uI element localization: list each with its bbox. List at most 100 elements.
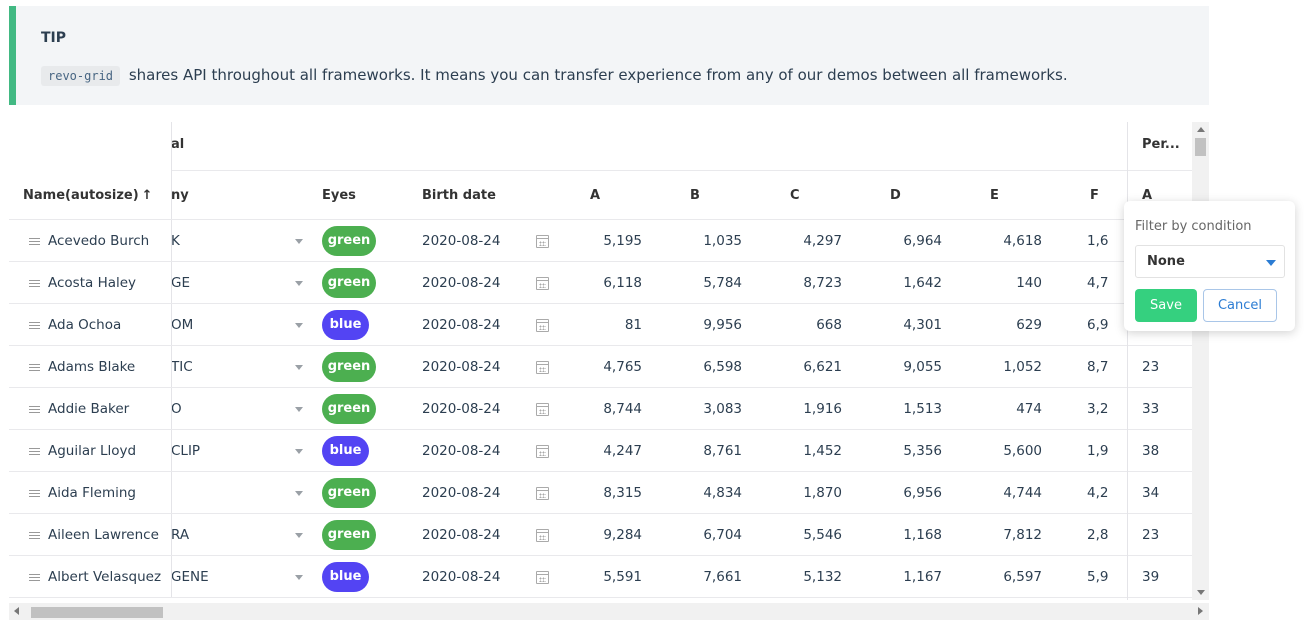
cell-a[interactable]: 8,744 xyxy=(549,401,642,417)
filter-condition-select[interactable]: None xyxy=(1135,245,1285,278)
cell-b[interactable]: 9,956 xyxy=(649,317,742,333)
cell-d[interactable]: 9,055 xyxy=(849,359,942,375)
col-header-e[interactable]: E xyxy=(990,188,999,203)
horizontal-scrollbar[interactable] xyxy=(9,603,1209,620)
cell-f[interactable]: 5,9 xyxy=(1087,569,1126,585)
cell-name[interactable]: Albert Velasquez xyxy=(48,569,170,585)
dropdown-arrow-icon[interactable] xyxy=(295,491,303,496)
calendar-icon[interactable] xyxy=(536,361,549,374)
cell-f[interactable]: 6,9 xyxy=(1087,317,1126,333)
cell-birth-date[interactable]: 2020-08-24 xyxy=(422,233,500,249)
cell-b[interactable]: 8,761 xyxy=(649,443,742,459)
cell-b[interactable]: 3,083 xyxy=(649,401,742,417)
dropdown-arrow-icon[interactable] xyxy=(295,575,303,580)
cell-personal-a[interactable]: 34 xyxy=(1142,485,1159,501)
cell-d[interactable]: 1,642 xyxy=(849,275,942,291)
cell-c[interactable]: 1,870 xyxy=(749,485,842,501)
cell-a[interactable]: 9,284 xyxy=(549,527,642,543)
save-button[interactable]: Save xyxy=(1135,289,1197,322)
cell-birth-date[interactable]: 2020-08-24 xyxy=(422,359,500,375)
cell-b[interactable]: 6,598 xyxy=(649,359,742,375)
cell-c[interactable]: 8,723 xyxy=(749,275,842,291)
cell-e[interactable]: 6,597 xyxy=(949,569,1042,585)
cell-c[interactable]: 668 xyxy=(749,317,842,333)
cell-d[interactable]: 1,167 xyxy=(849,569,942,585)
cell-c[interactable]: 5,132 xyxy=(749,569,842,585)
cell-company[interactable]: GE xyxy=(171,275,291,291)
cell-e[interactable]: 4,744 xyxy=(949,485,1042,501)
cancel-button[interactable]: Cancel xyxy=(1203,289,1277,322)
col-header-name[interactable]: Name(autosize) ↑ xyxy=(23,188,153,203)
cell-f[interactable]: 1,9 xyxy=(1087,443,1126,459)
col-header-c[interactable]: C xyxy=(790,188,800,203)
cell-d[interactable]: 1,168 xyxy=(849,527,942,543)
cell-birth-date[interactable]: 2020-08-24 xyxy=(422,401,500,417)
cell-c[interactable]: 5,546 xyxy=(749,527,842,543)
cell-birth-date[interactable]: 2020-08-24 xyxy=(422,569,500,585)
cell-a[interactable]: 5,591 xyxy=(549,569,642,585)
dropdown-arrow-icon[interactable] xyxy=(295,365,303,370)
cell-birth-date[interactable]: 2020-08-24 xyxy=(422,443,500,459)
cell-name[interactable]: Aguilar Lloyd xyxy=(48,443,170,459)
cell-birth-date[interactable]: 2020-08-24 xyxy=(422,317,500,333)
cell-personal-a[interactable]: 38 xyxy=(1142,443,1159,459)
calendar-icon[interactable] xyxy=(536,319,549,332)
cell-b[interactable]: 5,784 xyxy=(649,275,742,291)
cell-e[interactable]: 5,600 xyxy=(949,443,1042,459)
col-header-d[interactable]: D xyxy=(890,188,901,203)
cell-birth-date[interactable]: 2020-08-24 xyxy=(422,485,500,501)
drag-handle-icon[interactable] xyxy=(29,532,40,539)
calendar-icon[interactable] xyxy=(536,571,549,584)
cell-e[interactable]: 7,812 xyxy=(949,527,1042,543)
cell-f[interactable]: 1,6 xyxy=(1087,233,1126,249)
scroll-down-arrow-icon[interactable] xyxy=(1197,590,1205,595)
dropdown-arrow-icon[interactable] xyxy=(295,533,303,538)
cell-e[interactable]: 4,618 xyxy=(949,233,1042,249)
cell-d[interactable]: 4,301 xyxy=(849,317,942,333)
cell-personal-a[interactable]: 39 xyxy=(1142,569,1159,585)
cell-b[interactable]: 1,035 xyxy=(649,233,742,249)
cell-a[interactable]: 4,247 xyxy=(549,443,642,459)
cell-name[interactable]: Addie Baker xyxy=(48,401,170,417)
cell-e[interactable]: 629 xyxy=(949,317,1042,333)
drag-handle-icon[interactable] xyxy=(29,574,40,581)
cell-a[interactable]: 81 xyxy=(549,317,642,333)
cell-company[interactable]: GENE xyxy=(171,569,291,585)
col-header-f[interactable]: F xyxy=(1090,188,1099,203)
dropdown-arrow-icon[interactable] xyxy=(295,239,303,244)
calendar-icon[interactable] xyxy=(536,445,549,458)
cell-b[interactable]: 4,834 xyxy=(649,485,742,501)
drag-handle-icon[interactable] xyxy=(29,448,40,455)
cell-a[interactable]: 5,195 xyxy=(549,233,642,249)
calendar-icon[interactable] xyxy=(536,529,549,542)
col-header-company[interactable]: ny xyxy=(171,188,189,203)
col-header-eyes[interactable]: Eyes xyxy=(322,188,356,203)
sort-asc-icon[interactable]: ↑ xyxy=(142,188,153,203)
cell-d[interactable]: 1,513 xyxy=(849,401,942,417)
calendar-icon[interactable] xyxy=(536,277,549,290)
cell-a[interactable]: 8,315 xyxy=(549,485,642,501)
cell-name[interactable]: Acevedo Burch xyxy=(48,233,170,249)
drag-handle-icon[interactable] xyxy=(29,238,40,245)
cell-a[interactable]: 6,118 xyxy=(549,275,642,291)
cell-company[interactable]: O xyxy=(171,401,291,417)
data-grid[interactable]: al Per... ny Eyes Birth date A B C D E F A Kgreen 202… xyxy=(9,122,1209,622)
cell-c[interactable]: 6,621 xyxy=(749,359,842,375)
dropdown-arrow-icon[interactable] xyxy=(295,281,303,286)
scroll-up-arrow-icon[interactable] xyxy=(1197,127,1205,132)
col-header-a[interactable]: A xyxy=(590,188,600,203)
cell-personal-a[interactable]: 23 xyxy=(1142,527,1159,543)
cell-d[interactable]: 5,356 xyxy=(849,443,942,459)
drag-handle-icon[interactable] xyxy=(29,490,40,497)
dropdown-arrow-icon[interactable] xyxy=(295,407,303,412)
drag-handle-icon[interactable] xyxy=(29,280,40,287)
vertical-scroll-thumb[interactable] xyxy=(1195,138,1206,156)
cell-company[interactable]: RA xyxy=(171,527,291,543)
vertical-scrollbar[interactable] xyxy=(1192,122,1209,600)
cell-personal-a[interactable]: 23 xyxy=(1142,359,1159,375)
cell-b[interactable]: 6,704 xyxy=(649,527,742,543)
cell-c[interactable]: 1,452 xyxy=(749,443,842,459)
cell-e[interactable]: 140 xyxy=(949,275,1042,291)
calendar-icon[interactable] xyxy=(536,487,549,500)
drag-handle-icon[interactable] xyxy=(29,322,40,329)
